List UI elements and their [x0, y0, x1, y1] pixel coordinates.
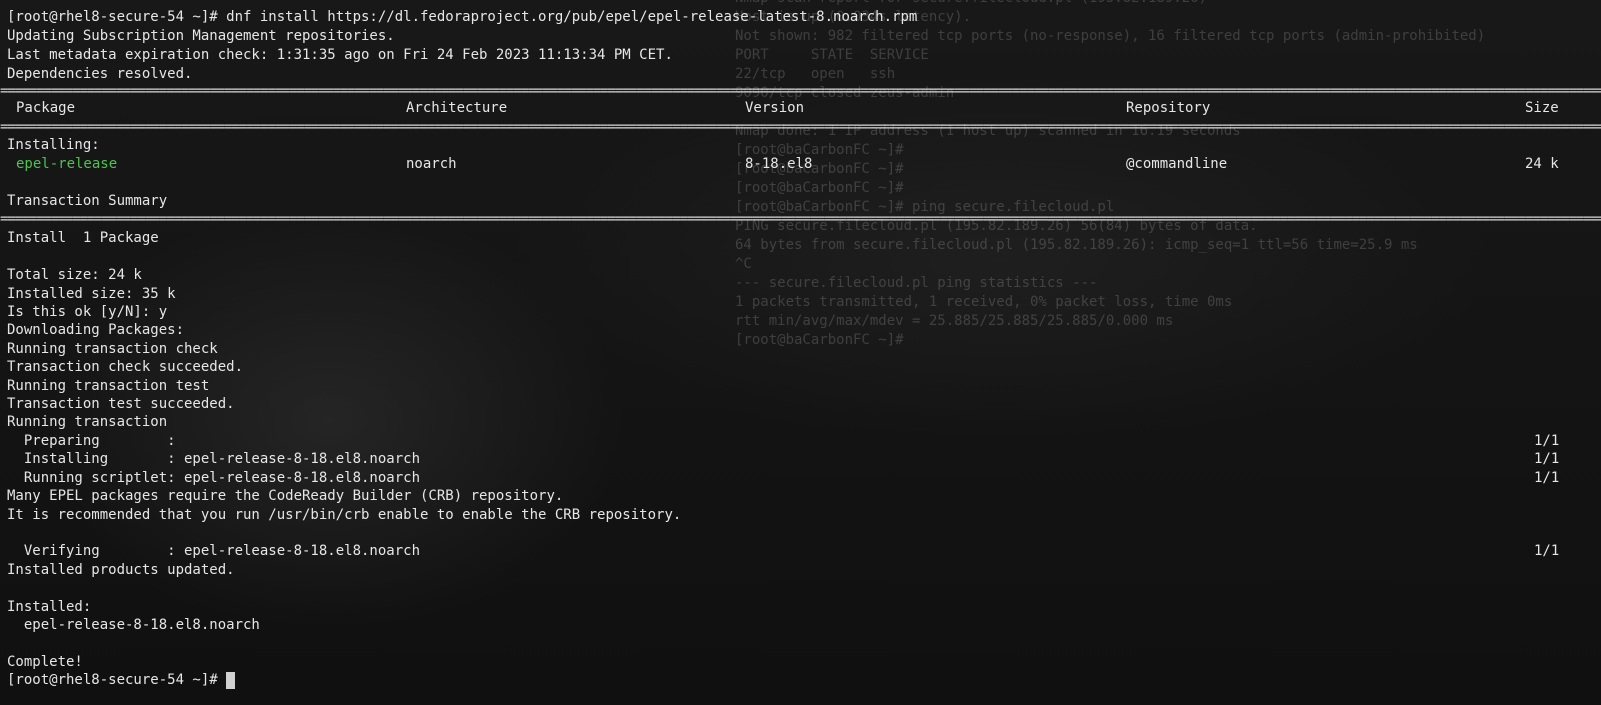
- step-count: 1/1: [1534, 470, 1560, 486]
- output-line: Updating Subscription Management reposit…: [7, 28, 395, 44]
- header-size: Size: [1525, 100, 1559, 116]
- step-count: 1/1: [1534, 543, 1560, 559]
- output-line: Installed products updated.: [7, 562, 235, 578]
- output-line: Is this ok [y/N]: y: [7, 304, 168, 320]
- row-package: epel-release: [16, 156, 118, 172]
- row-version: 8-18.el8: [745, 156, 813, 172]
- install-summary: Install 1 Package: [7, 230, 159, 246]
- output-line: Transaction test succeeded.: [7, 396, 235, 412]
- step-line: Installing : epel-release-8-18.el8.noarc…: [7, 451, 421, 467]
- output-line: Last metadata expiration check: 1:31:35 …: [7, 47, 673, 63]
- transaction-summary-heading: Transaction Summary: [7, 193, 168, 209]
- installed-package: epel-release-8-18.el8.noarch: [7, 617, 260, 633]
- command-line: [root@rhel8-secure-54 ~]# dnf install ht…: [7, 9, 918, 25]
- output-line: Downloading Packages:: [7, 322, 185, 338]
- separator-rule: ========================================…: [0, 211, 1601, 227]
- row-repository: @commandline: [1126, 156, 1228, 172]
- header-version: Version: [745, 100, 805, 116]
- complete-message: Complete!: [7, 654, 83, 670]
- output-line: Many EPEL packages require the CodeReady…: [7, 488, 564, 504]
- output-line: Installed size: 35 k: [7, 286, 176, 302]
- output-line: It is recommended that you run /usr/bin/…: [7, 507, 682, 523]
- output-line: Running transaction check: [7, 341, 218, 357]
- prompt-line[interactable]: [root@rhel8-secure-54 ~]#: [7, 671, 236, 690]
- output-line: Running transaction: [7, 414, 168, 430]
- step-count: 1/1: [1534, 451, 1560, 467]
- row-architecture: noarch: [406, 156, 457, 172]
- header-package: Package: [16, 100, 76, 116]
- terminal-window[interactable]: Nmap scan report for secure.filecloud.pl…: [0, 0, 1601, 705]
- installing-label: Installing:: [7, 137, 100, 153]
- installed-label: Installed:: [7, 599, 92, 615]
- step-line: Running scriptlet: epel-release-8-18.el8…: [7, 470, 421, 486]
- shell-prompt: [root@rhel8-secure-54 ~]#: [7, 672, 227, 688]
- output-line: Total size: 24 k: [7, 267, 142, 283]
- header-architecture: Architecture: [406, 100, 508, 116]
- step-line: Preparing :: [7, 433, 176, 449]
- output-line: Transaction check succeeded.: [7, 359, 244, 375]
- step-line: Verifying : epel-release-8-18.el8.noarch: [7, 543, 421, 559]
- step-count: 1/1: [1534, 433, 1560, 449]
- row-size: 24 k: [1525, 156, 1559, 172]
- terminal-output[interactable]: [root@rhel8-secure-54 ~]# dnf install ht…: [0, 0, 1601, 705]
- output-line: Running transaction test: [7, 378, 210, 394]
- header-repository: Repository: [1126, 100, 1211, 116]
- text-cursor: [226, 671, 236, 689]
- separator-rule: ========================================…: [0, 119, 1601, 135]
